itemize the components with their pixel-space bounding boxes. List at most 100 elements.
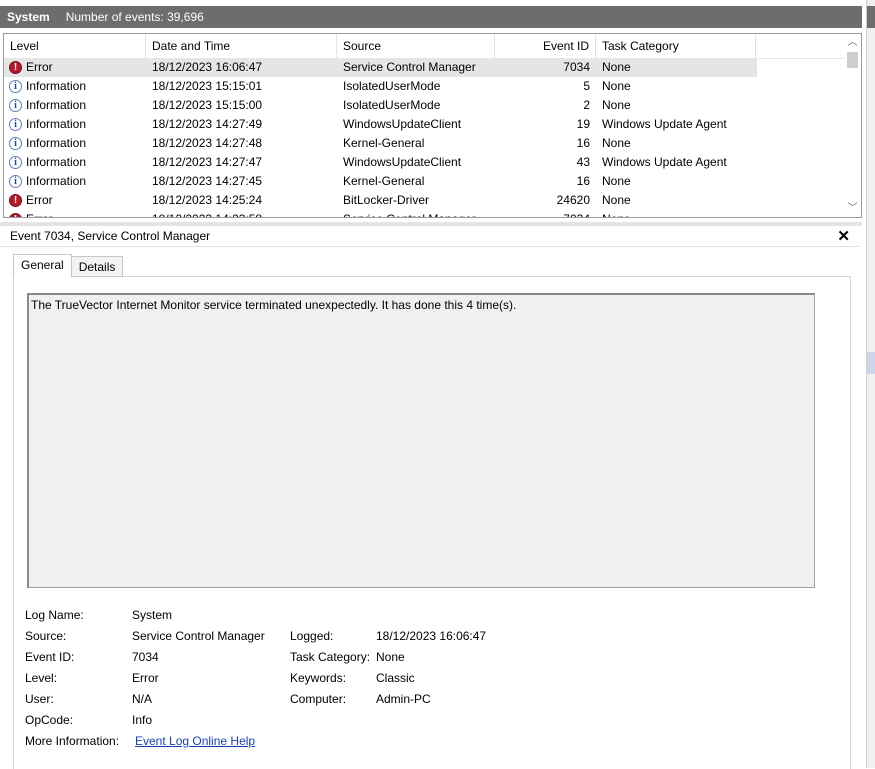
cell-event-id: 7034 (495, 210, 596, 217)
cell-task-category: Windows Update Agent (602, 117, 727, 131)
column-header-event-id[interactable]: Event ID (495, 34, 596, 58)
cell-task-category: None (602, 136, 631, 150)
column-header-source[interactable]: Source (337, 34, 495, 58)
label-level: Level: (25, 671, 58, 685)
cell-date: 18/12/2023 14:27:49 (152, 117, 263, 131)
cell-source: Service Control Manager (337, 210, 495, 217)
value-logged: 18/12/2023 16:06:47 (376, 629, 487, 643)
cell-event-id: 16 (576, 174, 590, 188)
value-source: Service Control Manager (132, 629, 265, 643)
label-source: Source: (25, 629, 67, 643)
error-icon: ! (9, 213, 22, 217)
label-computer: Computer: (290, 692, 347, 706)
cell-date: 18/12/2023 14:25:24 (152, 193, 263, 207)
cell-event-id: 2 (583, 98, 590, 112)
cell-event-id: 19 (576, 117, 590, 131)
cell-date: 18/12/2023 14:27:47 (152, 155, 263, 169)
label-opcode: OpCode: (25, 713, 74, 727)
cell-source: Service Control Manager (343, 60, 476, 74)
cell-date: 18/12/2023 15:15:00 (152, 98, 263, 112)
level-text: Information (26, 136, 87, 150)
table-row[interactable]: i Information 18/12/2023 14:27:45 Kernel-Ge… (4, 172, 844, 191)
label-keywords: Keywords: (290, 671, 347, 685)
tab-details[interactable]: Details (70, 256, 124, 277)
cell-task-category: None (602, 60, 631, 74)
cell-event-id: 16 (576, 136, 590, 150)
log-name: System (7, 10, 50, 24)
cell-source: IsolatedUserMode (343, 79, 441, 93)
level-text: Information (26, 117, 87, 131)
value-computer: Admin-PC (376, 692, 431, 706)
cell-task-category: None (602, 174, 631, 188)
scroll-up-icon[interactable]: ︿ (844, 34, 861, 51)
value-event-id: 7034 (132, 650, 159, 664)
info-icon: i (9, 99, 22, 112)
cell-task-category: None (602, 193, 631, 207)
cell-level: i Information (4, 172, 146, 191)
column-header-task-category[interactable]: Task Category (596, 34, 756, 58)
cell-level: i Information (4, 96, 146, 115)
scroll-down-icon[interactable]: ﹀ (844, 200, 861, 217)
table-row[interactable]: i Information 18/12/2023 14:27:48 Kernel-Ge… (4, 134, 844, 153)
table-row[interactable]: ! Error 18/12/2023 14:25:24 BitLocker-Drive… (4, 191, 844, 210)
column-header-level[interactable]: Level (4, 34, 146, 58)
cell-level: i Information (4, 115, 146, 134)
event-description[interactable]: The TrueVector Internet Monitor service … (27, 293, 815, 588)
events-list: Level Date and Time Source Event ID Task… (3, 33, 862, 218)
table-row[interactable]: i Information 18/12/2023 15:15:01 IsolatedU… (4, 77, 844, 96)
cell-event-id: 7034 (563, 60, 590, 74)
cell-source: IsolatedUserMode (343, 98, 441, 112)
value-keywords: Classic (376, 671, 415, 685)
cell-source: Kernel-General (343, 136, 425, 150)
cell-event-id: 43 (576, 155, 590, 169)
value-opcode: Info (132, 713, 153, 727)
event-detail-title-bar: Event 7034, Service Control Manager ✕ (0, 226, 860, 247)
online-help-link[interactable]: Event Log Online Help (135, 731, 255, 752)
cell-date: 18/12/2023 14:27:48 (152, 136, 263, 150)
cell-event-id: 5 (583, 79, 590, 93)
cell-source: Kernel-General (343, 174, 425, 188)
cell-task-category: None (602, 98, 631, 112)
label-event-id: Event ID: (25, 650, 75, 664)
level-text: Error (26, 193, 53, 207)
table-row[interactable]: ! Error 18/12/2023 14:23:58Service Control… (4, 210, 844, 217)
cell-level: ! Error (4, 210, 146, 217)
level-text: Information (26, 79, 87, 93)
scroll-thumb[interactable] (847, 52, 858, 68)
cell-level: ! Error (4, 191, 146, 210)
log-header-bar: System Number of events: 39,696 (0, 6, 862, 28)
value-user: N/A (132, 692, 153, 706)
level-text: Error (26, 210, 53, 217)
label-task-category: Task Category: (290, 650, 371, 664)
cell-task-category: None (596, 210, 756, 217)
list-scrollbar[interactable]: ︿ ﹀ (844, 34, 861, 217)
label-log-name: Log Name: (25, 608, 84, 622)
level-text: Information (26, 98, 87, 112)
event-detail-title: Event 7034, Service Control Manager (10, 229, 211, 243)
tab-general[interactable]: General (13, 254, 72, 277)
table-row[interactable]: ! Error 18/12/2023 16:06:47 Service Control… (4, 58, 757, 77)
cell-date: 18/12/2023 15:15:01 (152, 79, 263, 93)
actions-pane-edge (866, 0, 875, 768)
level-text: Error (26, 60, 53, 74)
error-icon: ! (9, 61, 22, 74)
close-icon[interactable]: ✕ (837, 227, 850, 245)
cell-level: i Information (4, 153, 146, 172)
level-text: Information (26, 174, 87, 188)
table-row[interactable]: i Information 18/12/2023 15:15:00 IsolatedU… (4, 96, 844, 115)
event-rows: ! Error 18/12/2023 16:06:47 Service Control… (4, 58, 844, 217)
cell-task-category: Windows Update Agent (602, 155, 727, 169)
table-row[interactable]: i Information 18/12/2023 14:27:49 WindowsUp… (4, 115, 844, 134)
event-count: Number of events: 39,696 (65, 10, 204, 24)
table-row[interactable]: i Information 18/12/2023 14:27:47 WindowsUp… (4, 153, 844, 172)
cell-level: i Information (4, 134, 146, 153)
column-header-date[interactable]: Date and Time (146, 34, 337, 58)
cell-source: BitLocker-Driver (343, 193, 430, 207)
cell-level: i Information (4, 77, 146, 96)
cell-source: WindowsUpdateClient (343, 155, 462, 169)
info-icon: i (9, 118, 22, 131)
cell-level: ! Error (4, 58, 146, 77)
info-icon: i (9, 156, 22, 169)
cell-date: 18/12/2023 16:06:47 (152, 60, 263, 74)
detail-tabs: General Details (13, 254, 124, 277)
